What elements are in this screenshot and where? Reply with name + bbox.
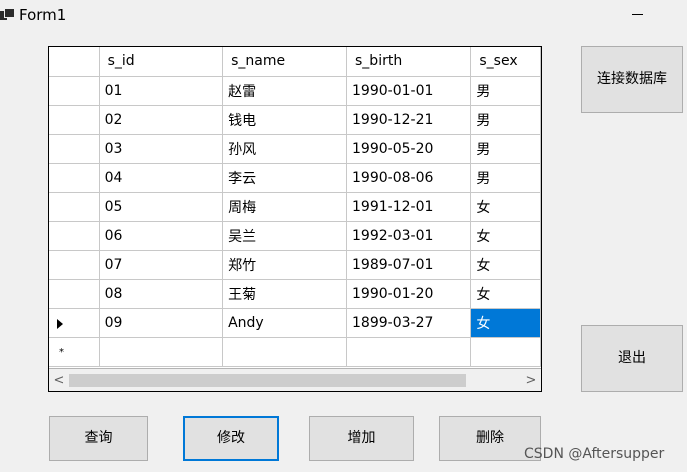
column-header-s_id[interactable]: s_id: [99, 47, 224, 77]
cell-s_name[interactable]: 孙风: [222, 134, 348, 164]
row-header[interactable]: [49, 250, 100, 280]
grid-table: s_id s_name s_birth s_sex 01 赵雷 1990-01-…: [49, 47, 541, 367]
header-row: s_id s_name s_birth s_sex: [49, 47, 541, 77]
cell-s_id[interactable]: 05: [99, 192, 224, 222]
table-row[interactable]: 07 郑竹 1989-07-01 女: [49, 250, 541, 280]
cell-s_id[interactable]: 04: [99, 163, 224, 193]
minimize-button[interactable]: [622, 0, 652, 30]
window-title: Form1: [19, 6, 67, 24]
row-header[interactable]: [49, 163, 100, 193]
watermark: CSDN @Aftersupper: [524, 446, 665, 462]
cell-s_birth[interactable]: 1990-01-20: [346, 279, 472, 309]
modify-button[interactable]: 修改: [183, 416, 279, 461]
row-header[interactable]: [49, 221, 100, 251]
scroll-right-icon[interactable]: >: [521, 369, 541, 391]
table-row[interactable]: 01 赵雷 1990-01-01 男: [49, 76, 541, 106]
cell-s_birth[interactable]: 1990-01-01: [346, 76, 472, 106]
cell-s_birth[interactable]: 1990-12-21: [346, 105, 472, 135]
cell-s_id[interactable]: 06: [99, 221, 224, 251]
grid-corner-header[interactable]: [49, 47, 100, 77]
cell-s_name[interactable]: 王菊: [222, 279, 348, 309]
new-cell-s_name[interactable]: [222, 337, 348, 367]
cell-s_sex[interactable]: 男: [470, 105, 541, 135]
cell-s_id[interactable]: 07: [99, 250, 224, 280]
query-button[interactable]: 查询: [49, 416, 148, 461]
current-row-arrow-icon: [57, 318, 63, 329]
table-row[interactable]: 03 孙风 1990-05-20 男: [49, 134, 541, 164]
cell-s_name[interactable]: 周梅: [222, 192, 348, 222]
scrollbar-thumb[interactable]: [69, 374, 466, 387]
row-header[interactable]: [49, 76, 100, 106]
column-header-s_birth[interactable]: s_birth: [346, 47, 472, 77]
title-bar: Form1: [0, 0, 687, 32]
cell-s_sex[interactable]: 男: [470, 76, 541, 106]
cell-s_birth[interactable]: 1899-03-27: [346, 308, 472, 338]
table-row[interactable]: 02 钱电 1990-12-21 男: [49, 105, 541, 135]
new-cell-s_birth[interactable]: [346, 337, 472, 367]
add-button[interactable]: 增加: [309, 416, 414, 461]
cell-s_name[interactable]: 李云: [222, 163, 348, 193]
cell-s_birth[interactable]: 1992-03-01: [346, 221, 472, 251]
cell-s_id[interactable]: 01: [99, 76, 224, 106]
column-header-s_name[interactable]: s_name: [222, 47, 348, 77]
table-row[interactable]: 06 吴兰 1992-03-01 女: [49, 221, 541, 251]
scroll-left-icon[interactable]: <: [49, 369, 69, 391]
cell-s_sex[interactable]: 男: [470, 134, 541, 164]
cell-s_id[interactable]: 09: [99, 308, 224, 338]
exit-button[interactable]: 退出: [581, 325, 683, 392]
new-row[interactable]: *: [49, 337, 541, 367]
cell-s_name[interactable]: 郑竹: [222, 250, 348, 280]
cell-s_birth[interactable]: 1990-08-06: [346, 163, 472, 193]
cell-s_id[interactable]: 03: [99, 134, 224, 164]
row-header-new[interactable]: *: [49, 337, 100, 367]
row-header[interactable]: [49, 192, 100, 222]
cell-s_sex[interactable]: 男: [470, 163, 541, 193]
row-header[interactable]: [49, 134, 100, 164]
cell-s_sex[interactable]: 女: [470, 192, 541, 222]
column-header-s_sex[interactable]: s_sex: [470, 47, 541, 77]
app-icon: [0, 8, 15, 22]
cell-s_sex[interactable]: 女: [470, 279, 541, 309]
cell-s_id[interactable]: 08: [99, 279, 224, 309]
new-cell-s_sex[interactable]: [470, 337, 541, 367]
cell-s_name[interactable]: 吴兰: [222, 221, 348, 251]
cell-s_birth[interactable]: 1990-05-20: [346, 134, 472, 164]
cell-s_birth[interactable]: 1989-07-01: [346, 250, 472, 280]
row-header[interactable]: [49, 105, 100, 135]
cell-s_sex-selected[interactable]: 女: [470, 308, 541, 338]
cell-s_name[interactable]: 赵雷: [222, 76, 348, 106]
cell-s_name[interactable]: 钱电: [222, 105, 348, 135]
data-grid[interactable]: s_id s_name s_birth s_sex 01 赵雷 1990-01-…: [48, 46, 542, 392]
connect-database-button[interactable]: 连接数据库: [581, 46, 683, 113]
horizontal-scrollbar[interactable]: < >: [49, 368, 541, 391]
new-cell-s_id[interactable]: [99, 337, 224, 367]
new-row-star-icon: *: [59, 346, 64, 358]
cell-s_birth[interactable]: 1991-12-01: [346, 192, 472, 222]
minimize-icon: [632, 14, 643, 15]
table-row[interactable]: 05 周梅 1991-12-01 女: [49, 192, 541, 222]
cell-s_id[interactable]: 02: [99, 105, 224, 135]
row-header[interactable]: [49, 279, 100, 309]
row-header-current[interactable]: [49, 308, 100, 338]
table-row[interactable]: 04 李云 1990-08-06 男: [49, 163, 541, 193]
table-row[interactable]: 08 王菊 1990-01-20 女: [49, 279, 541, 309]
table-row-current[interactable]: 09 Andy 1899-03-27 女: [49, 308, 541, 338]
cell-s_sex[interactable]: 女: [470, 250, 541, 280]
cell-s_sex[interactable]: 女: [470, 221, 541, 251]
cell-s_name[interactable]: Andy: [222, 308, 348, 338]
